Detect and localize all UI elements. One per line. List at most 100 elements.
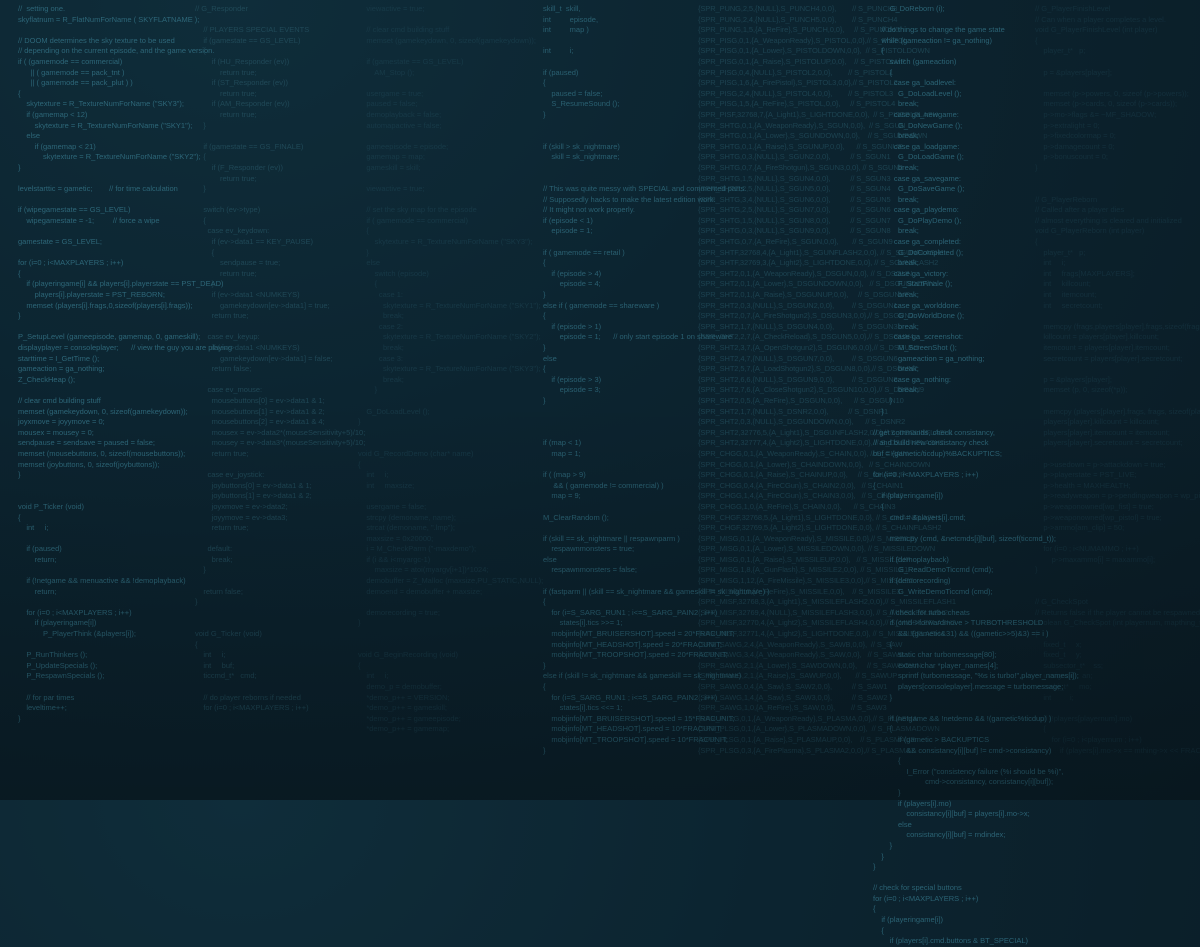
- code-line: {: [1035, 724, 1046, 734]
- code-line: return true;: [195, 311, 249, 321]
- code-line: return true;: [195, 268, 257, 278]
- code-column-3: viewactive = true; // clear cmd building…: [358, 4, 543, 735]
- code-line: p->bonuscount = 0;: [1035, 152, 1108, 162]
- code-line: gameskill = skill;: [358, 162, 421, 172]
- code-line: if (players[i].mo->x == mthing->x << FRA…: [1035, 745, 1200, 755]
- code-line: memset (p, 0, sizeof(*p));: [1035, 385, 1128, 395]
- code-line: {: [195, 152, 206, 162]
- code-line: int i;: [358, 470, 389, 480]
- code-line: maxsize = 0x20000;: [358, 533, 434, 543]
- code-line: {: [873, 925, 884, 935]
- code-line: boolean G_CheckSpot (int playernum, mapt…: [1035, 618, 1200, 628]
- code-line: if (!players[playernum].mo): [1035, 713, 1133, 723]
- code-line: break;: [195, 554, 233, 564]
- code-line: int i;: [358, 671, 389, 681]
- code-line: return true;: [195, 448, 249, 458]
- code-line: p->damagecount = 0;: [1035, 141, 1115, 151]
- code-line: }: [358, 247, 369, 257]
- code-line: p->health = MAXHEALTH;: [1035, 480, 1131, 490]
- code-line: }: [1035, 162, 1038, 172]
- code-line: *demo_p++ = gameepisode;: [358, 713, 461, 723]
- code-line: p->usedown = p->attackdown = true;: [1035, 459, 1166, 469]
- code-line: }: [195, 597, 198, 607]
- code-line: mobj_t* mo;: [1035, 682, 1092, 691]
- code-line: cmd->consistancy, consistancy[i][buf]);: [873, 777, 1054, 787]
- code-line: demoend = demobuffer + maxsize;: [358, 586, 483, 596]
- code-line: if (gamestate == GS_LEVEL): [358, 56, 464, 66]
- code-line: p->weaponowned[wp_fist] = true;: [1035, 501, 1154, 511]
- code-line: // set the sky map for the episode: [358, 205, 477, 215]
- code-line: joybuttons[0] = ev->data1 & 1;: [195, 480, 312, 490]
- code-line: p->weaponowned[wp_pistol] = true;: [1035, 512, 1162, 522]
- code-line: if (gamestate == GS_FINALE): [195, 141, 304, 151]
- code-line: return true;: [195, 173, 257, 183]
- code-line: p->extralight = 0;: [1035, 120, 1100, 130]
- code-line: player_t* p;: [1035, 247, 1086, 257]
- code-line: viewactive = true;: [358, 4, 425, 13]
- code-line: if ( gamemode == commercial): [358, 215, 469, 225]
- code-line: unsigned an;: [1035, 671, 1093, 681]
- code-line: return true;: [195, 523, 249, 533]
- code-line: AM_Stop ();: [358, 67, 415, 77]
- code-line: mousebuttons[1] = ev->data1 & 2;: [195, 406, 325, 416]
- code-line: int maxsize;: [358, 480, 415, 490]
- code-line: skytexture = R_TextureNumForName ("SKY2"…: [358, 332, 541, 342]
- code-line: case 1:: [358, 290, 404, 300]
- code-line: fixed_t y;: [1035, 650, 1082, 660]
- code-line: // clear cmd building stuff: [358, 25, 450, 35]
- code-line: p->readyweapon = p->pendingweapon = wp_p…: [1035, 491, 1200, 501]
- code-line: viewactive = true;: [358, 184, 425, 194]
- code-line: {: [1035, 237, 1038, 247]
- code-line: if (ev->data1 <NUMKEYS): [195, 290, 300, 300]
- code-line: demorecording = true;: [358, 607, 440, 617]
- code-line: sendpause = true;: [195, 258, 281, 268]
- code-line: void G_PlayerReborn (int player): [1035, 226, 1145, 236]
- code-column-7: // G_PlayerFinishLevel// Can when a play…: [1035, 4, 1200, 756]
- code-line: gamekeydown[ev->data1] = true;: [195, 300, 330, 310]
- code-line: case ev_keyup:: [195, 332, 260, 342]
- code-line: }: [195, 184, 206, 194]
- code-line: if (ev->data1 == KEY_PAUSE): [195, 237, 314, 247]
- code-line: *demo_p++ = VERSION;: [358, 692, 450, 702]
- code-line: mousebuttons[2] = ev->data1 & 4;: [195, 417, 325, 427]
- code-line: mousebuttons[0] = ev->data1 & 1;: [195, 395, 325, 405]
- code-line: // G_CheckSpot: [1035, 597, 1088, 607]
- code-line: int frags[MAXPLAYERS];: [1035, 268, 1135, 278]
- code-line: if (ST_Responder (ev)): [195, 78, 288, 88]
- code-line: if (HU_Responder (ev)): [195, 56, 290, 66]
- code-line: // G_PlayerFinishLevel: [1035, 4, 1111, 13]
- code-line: fixed_t x;: [1035, 639, 1082, 649]
- code-line: p->ammo[am_clip] = 50;: [1035, 523, 1125, 533]
- code-line: consistancy[i][buf] = rndindex;: [873, 830, 1006, 840]
- code-line: *demo_p++ = gamemap;: [358, 724, 450, 734]
- code-line: demobuffer = Z_Malloc (maxsize,PU_STATIC…: [358, 576, 544, 586]
- code-line: paused = false;: [358, 99, 418, 109]
- code-line: gamekeydown[ev->data1] = false;: [195, 353, 333, 363]
- code-line: }: [873, 787, 901, 797]
- code-line: skytexture = R_TextureNumForName ("SKY1"…: [358, 300, 541, 310]
- code-line: skytexture = R_TextureNumForName ("SKY3"…: [358, 364, 541, 374]
- code-line: if (players[i].mo): [873, 798, 952, 808]
- code-line: void G_BeginRecording (void): [358, 650, 459, 660]
- code-line: skytexture = R_TextureNumForName ("SKY3"…: [358, 237, 533, 247]
- code-line: }: [873, 851, 884, 861]
- code-line: players[player].secretcount = secretcoun…: [1035, 438, 1183, 448]
- code-line: // Called after a player dies: [1035, 205, 1125, 215]
- code-line: // G_PlayerReborn: [1035, 194, 1098, 204]
- code-line: {: [195, 639, 198, 649]
- code-line: gameepisode = episode;: [358, 141, 449, 151]
